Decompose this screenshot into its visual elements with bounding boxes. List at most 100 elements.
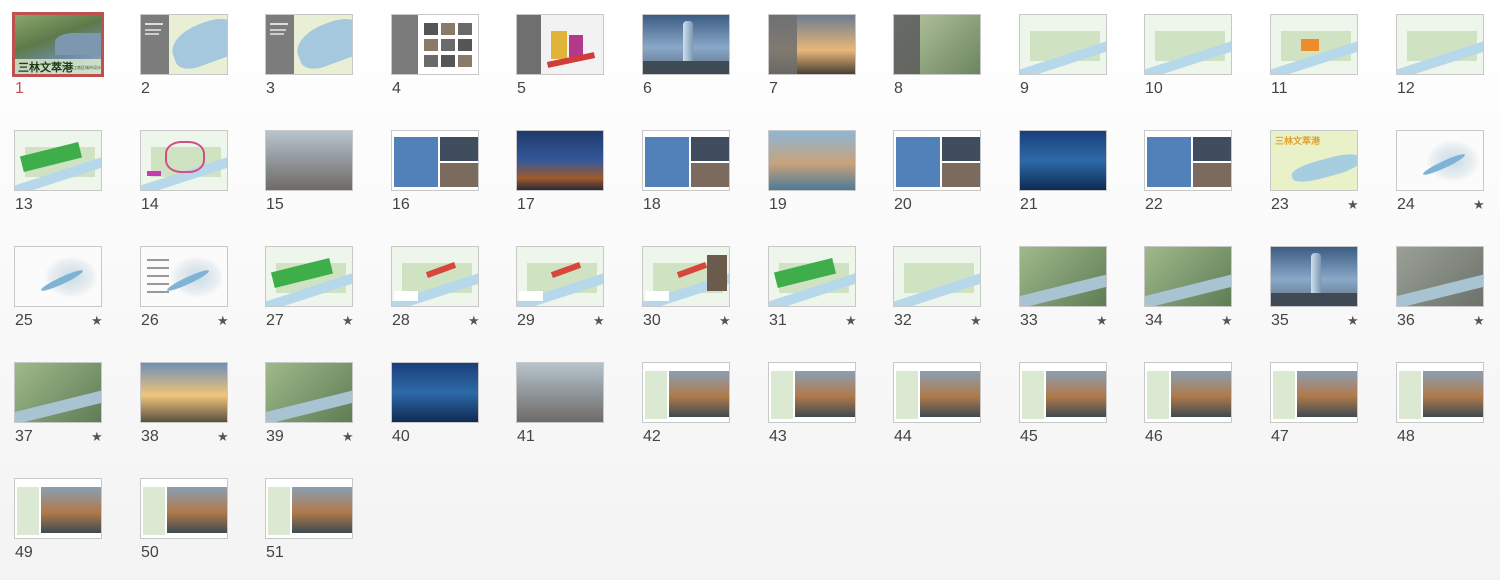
- slide-thumbnail-40[interactable]: 40: [391, 362, 491, 468]
- slide-thumbnail-50[interactable]: 50: [140, 478, 240, 584]
- slide-thumbnail-3[interactable]: 3: [265, 14, 365, 120]
- animation-star-icon[interactable]: ★: [91, 430, 103, 444]
- slide-preview[interactable]: [1144, 362, 1232, 423]
- slide-preview[interactable]: [14, 130, 102, 191]
- animation-star-icon[interactable]: ★: [1221, 314, 1233, 328]
- slide-preview[interactable]: 三林文萃港: [1270, 130, 1358, 191]
- slide-preview[interactable]: [140, 362, 228, 423]
- slide-preview[interactable]: [265, 14, 353, 75]
- slide-preview[interactable]: [265, 130, 353, 191]
- slide-thumbnail-36[interactable]: 36 ★: [1396, 246, 1496, 352]
- animation-star-icon[interactable]: ★: [91, 314, 103, 328]
- slide-thumbnail-20[interactable]: 20: [893, 130, 993, 236]
- animation-star-icon[interactable]: ★: [845, 314, 857, 328]
- slide-preview[interactable]: [14, 246, 102, 307]
- slide-preview[interactable]: [265, 478, 353, 539]
- slide-thumbnail-9[interactable]: 9: [1019, 14, 1119, 120]
- slide-thumbnail-27[interactable]: 27 ★: [265, 246, 365, 352]
- animation-star-icon[interactable]: ★: [1473, 314, 1485, 328]
- slide-preview[interactable]: [642, 362, 730, 423]
- slide-thumbnail-22[interactable]: 22: [1144, 130, 1244, 236]
- slide-thumbnail-30[interactable]: 30 ★: [642, 246, 742, 352]
- animation-star-icon[interactable]: ★: [593, 314, 605, 328]
- slide-preview[interactable]: [391, 130, 479, 191]
- slide-preview[interactable]: [14, 362, 102, 423]
- slide-thumbnail-38[interactable]: 38 ★: [140, 362, 240, 468]
- slide-preview[interactable]: [893, 246, 981, 307]
- slide-preview[interactable]: [768, 246, 856, 307]
- slide-preview[interactable]: [140, 478, 228, 539]
- animation-star-icon[interactable]: ★: [970, 314, 982, 328]
- slide-preview[interactable]: [140, 130, 228, 191]
- slide-preview[interactable]: [1019, 14, 1107, 75]
- slide-preview[interactable]: [1396, 246, 1484, 307]
- slide-preview[interactable]: [642, 130, 730, 191]
- slide-thumbnail-34[interactable]: 34 ★: [1144, 246, 1244, 352]
- slide-thumbnail-42[interactable]: 42: [642, 362, 742, 468]
- slide-thumbnail-32[interactable]: 32 ★: [893, 246, 993, 352]
- slide-preview[interactable]: [1270, 14, 1358, 75]
- slide-preview[interactable]: [1396, 362, 1484, 423]
- slide-preview[interactable]: [391, 246, 479, 307]
- slide-thumbnail-17[interactable]: 17: [516, 130, 616, 236]
- slide-preview[interactable]: [1144, 14, 1232, 75]
- slide-preview[interactable]: [642, 14, 730, 75]
- slide-preview[interactable]: [1019, 130, 1107, 191]
- animation-star-icon[interactable]: ★: [468, 314, 480, 328]
- slide-preview[interactable]: [140, 246, 228, 307]
- slide-preview[interactable]: [1270, 362, 1358, 423]
- slide-thumbnail-45[interactable]: 45: [1019, 362, 1119, 468]
- slide-thumbnail-8[interactable]: 8: [893, 14, 993, 120]
- slide-thumbnail-48[interactable]: 48: [1396, 362, 1496, 468]
- slide-thumbnail-11[interactable]: 11: [1270, 14, 1370, 120]
- slide-thumbnail-10[interactable]: 10: [1144, 14, 1244, 120]
- slide-preview[interactable]: [140, 14, 228, 75]
- animation-star-icon[interactable]: ★: [217, 314, 229, 328]
- slide-thumbnail-21[interactable]: 21: [1019, 130, 1119, 236]
- slide-preview[interactable]: [1396, 14, 1484, 75]
- slide-thumbnail-4[interactable]: 4: [391, 14, 491, 120]
- slide-thumbnail-44[interactable]: 44: [893, 362, 993, 468]
- slide-preview[interactable]: [893, 130, 981, 191]
- slide-thumbnail-33[interactable]: 33 ★: [1019, 246, 1119, 352]
- slide-preview[interactable]: [391, 362, 479, 423]
- slide-thumbnail-24[interactable]: 24 ★: [1396, 130, 1496, 236]
- slide-preview[interactable]: [1019, 362, 1107, 423]
- slide-thumbnail-49[interactable]: 49: [14, 478, 114, 584]
- slide-thumbnail-23[interactable]: 三林文萃港 23 ★: [1270, 130, 1370, 236]
- slide-thumbnail-7[interactable]: 7: [768, 14, 868, 120]
- slide-preview[interactable]: [642, 246, 730, 307]
- slide-preview[interactable]: [516, 130, 604, 191]
- slide-thumbnail-41[interactable]: 41: [516, 362, 616, 468]
- slide-preview[interactable]: [768, 362, 856, 423]
- slide-thumbnail-39[interactable]: 39 ★: [265, 362, 365, 468]
- slide-preview[interactable]: [1270, 246, 1358, 307]
- slide-thumbnail-46[interactable]: 46: [1144, 362, 1244, 468]
- animation-star-icon[interactable]: ★: [1347, 198, 1359, 212]
- slide-thumbnail-51[interactable]: 51: [265, 478, 365, 584]
- animation-star-icon[interactable]: ★: [1096, 314, 1108, 328]
- slide-thumbnail-35[interactable]: 35 ★: [1270, 246, 1370, 352]
- animation-star-icon[interactable]: ★: [719, 314, 731, 328]
- animation-star-icon[interactable]: ★: [1347, 314, 1359, 328]
- slide-preview[interactable]: [516, 14, 604, 75]
- slide-thumbnail-18[interactable]: 18: [642, 130, 742, 236]
- animation-star-icon[interactable]: ★: [1473, 198, 1485, 212]
- slide-thumbnail-5[interactable]: 5: [516, 14, 616, 120]
- slide-thumbnail-6[interactable]: 6: [642, 14, 742, 120]
- slide-thumbnail-26[interactable]: 26 ★: [140, 246, 240, 352]
- animation-star-icon[interactable]: ★: [217, 430, 229, 444]
- slide-preview[interactable]: [1144, 130, 1232, 191]
- slide-thumbnail-12[interactable]: 12: [1396, 14, 1496, 120]
- slide-preview[interactable]: 三林文萃港 三林滨江南区城市设计: [12, 12, 104, 77]
- slide-thumbnail-2[interactable]: 2: [140, 14, 240, 120]
- slide-thumbnail-14[interactable]: 14: [140, 130, 240, 236]
- slide-thumbnail-15[interactable]: 15: [265, 130, 365, 236]
- slide-preview[interactable]: [391, 14, 479, 75]
- slide-preview[interactable]: [768, 14, 856, 75]
- slide-thumbnail-37[interactable]: 37 ★: [14, 362, 114, 468]
- animation-star-icon[interactable]: ★: [342, 430, 354, 444]
- slide-preview[interactable]: [516, 362, 604, 423]
- slide-preview[interactable]: [516, 246, 604, 307]
- slide-preview[interactable]: [1144, 246, 1232, 307]
